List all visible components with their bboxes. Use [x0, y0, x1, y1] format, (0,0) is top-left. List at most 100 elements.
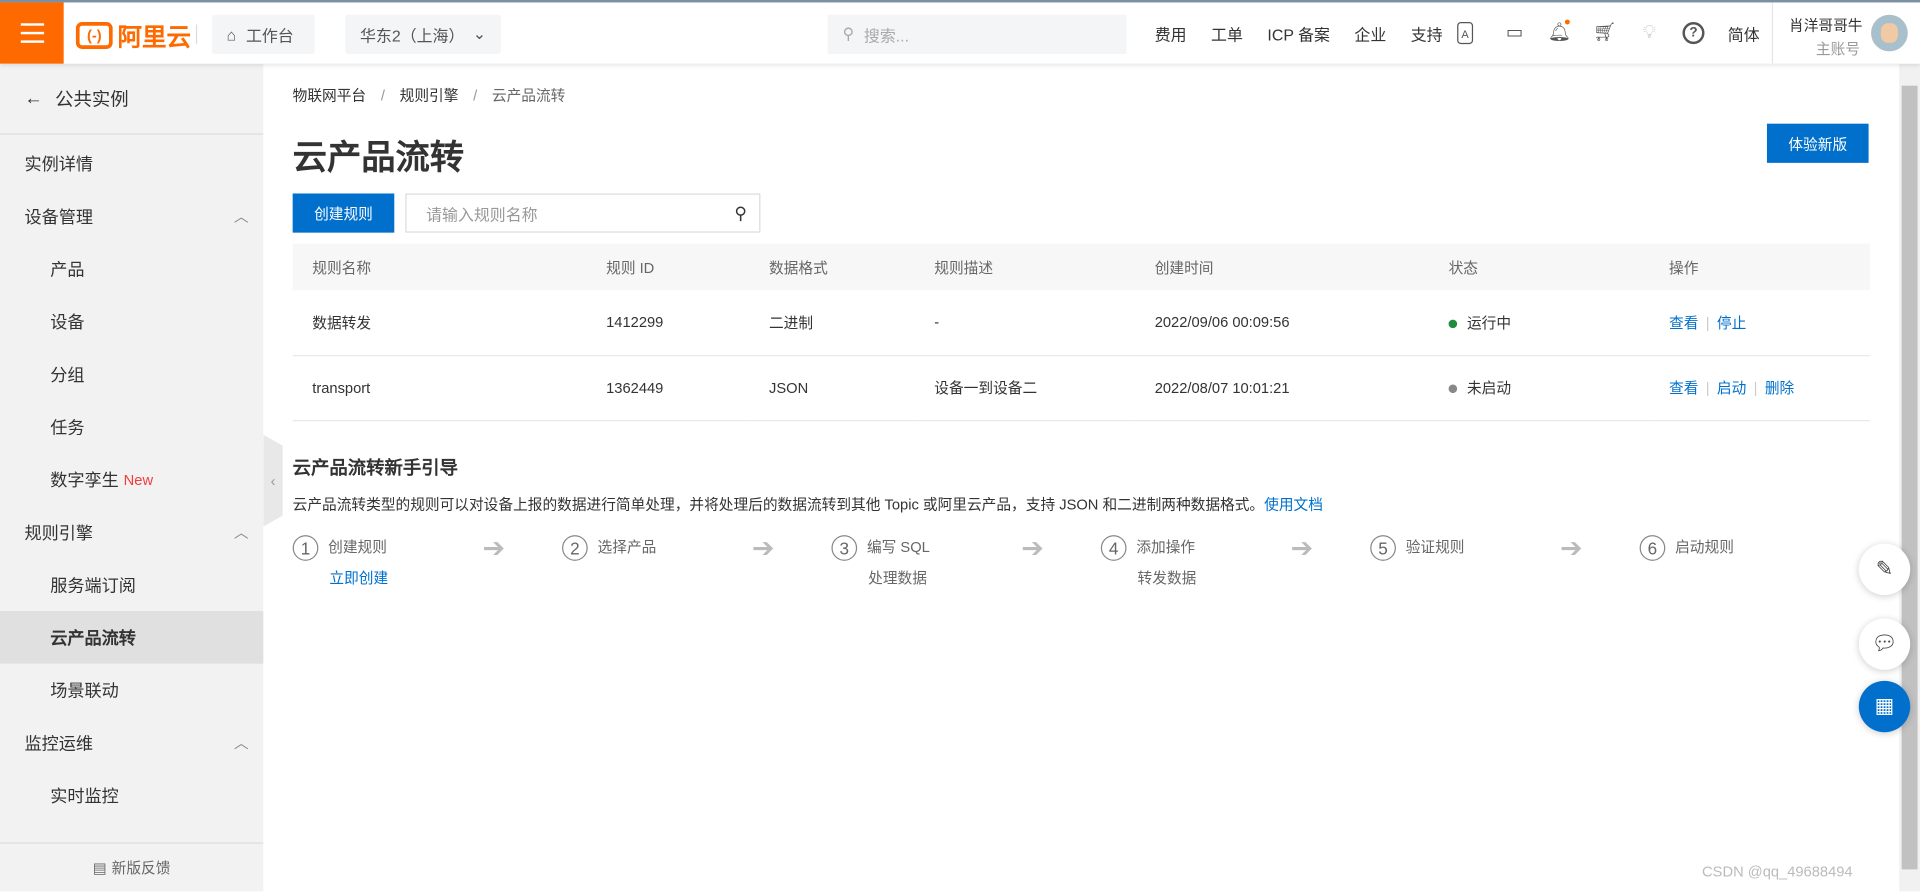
sidebar-item[interactable]: 场景联动 [0, 664, 263, 717]
create-rule-button[interactable]: 创建规则 [292, 193, 395, 233]
sidebar-item-label: 设备 [50, 311, 85, 332]
search-input[interactable]: ⚲ 搜索... [827, 14, 1127, 54]
rule-search-input[interactable]: 请输入规则名称 ⚲ [405, 193, 761, 233]
back-to-instances[interactable]: ← 公共实例 [0, 64, 264, 135]
sidebar-item[interactable]: 服务端订阅 [0, 558, 263, 611]
page-title: 云产品流转 [292, 138, 465, 177]
step-label: 添加操作 [1136, 538, 1196, 556]
sidebar-item[interactable]: 规则引擎 ︿ [0, 506, 263, 559]
apps-icon[interactable]: ▦ [1858, 680, 1911, 733]
edit-icon[interactable]: ✎ [1858, 543, 1911, 596]
arrow-left-icon: ← [24, 88, 43, 109]
back-label: 公共实例 [55, 89, 129, 111]
workbench-button[interactable]: ⌂ 工作台 [211, 14, 315, 54]
sidebar: ← 公共实例 实例详情 设备管理 ︿ 产品设备分组任务 数字孪生 New 规则引擎 ︿ 服务端订阅… [0, 63, 264, 892]
guide-step: 1 创建规则 立即创建 [292, 535, 388, 587]
language-switch[interactable]: 简体 [1728, 2, 1760, 63]
table-row: transport 1362449 JSON 设备一到设备二 2022/08/0… [292, 355, 1870, 421]
sidebar-item[interactable]: 分组 [0, 348, 263, 401]
sidebar-item-label: 产品 [50, 258, 85, 279]
collapse-sidebar-handle[interactable]: ‹ [263, 434, 283, 527]
bell-icon[interactable]: 🔔︎ [1548, 19, 1571, 44]
home-icon: ⌂ [226, 25, 237, 44]
breadcrumb-iot[interactable]: 物联网平台 [293, 87, 366, 104]
column-header: 数据格式 [749, 243, 915, 291]
arrow-right-icon: ➔ [1560, 532, 1583, 564]
arrow-right-icon: ➔ [1021, 532, 1044, 564]
sidebar-item[interactable]: 产品 [0, 242, 263, 295]
rule-description: 设备一到设备二 [914, 355, 1136, 421]
lightbulb-icon[interactable]: 💡︎ [1638, 22, 1660, 44]
sidebar-item[interactable]: 设备管理 ︿ [0, 190, 263, 243]
chevron-down-icon: ⌄ [472, 24, 487, 43]
arrow-right-icon: ➔ [482, 532, 506, 564]
breadcrumb-current: 云产品流转 [491, 86, 566, 105]
sidebar-item-label: 服务端订阅 [50, 574, 136, 595]
sidebar-item-label: 云产品流转 [50, 627, 136, 648]
guide-description: 云产品流转类型的规则可以对设备上报的数据进行简单处理，并将处理后的数据流转到其他… [293, 493, 1323, 514]
workbench-label: 工作台 [245, 26, 294, 45]
search-icon[interactable]: ⚲ [734, 203, 747, 224]
app-icon[interactable]: A [1457, 22, 1474, 45]
nav-icp[interactable]: ICP 备案 [1267, 21, 1330, 44]
row-action-link[interactable]: 查看 [1669, 314, 1698, 331]
terminal-icon[interactable]: ▭ [1504, 22, 1526, 44]
sidebar-item[interactable]: 任务 [0, 400, 263, 453]
aliyun-logo[interactable]: (-) 阿里云 [75, 17, 191, 53]
menu-button[interactable] [0, 2, 64, 64]
chat-icon[interactable]: 💬︎ [1858, 618, 1911, 670]
status-dot [1448, 319, 1458, 328]
try-new-version-button[interactable]: 体验新版 [1766, 123, 1869, 163]
step-sub[interactable]: 立即创建 [329, 567, 388, 588]
guide-step: 3 编写 SQL 处理数据 [831, 535, 930, 587]
sidebar-item[interactable]: 实时监控 [0, 769, 263, 822]
sidebar-item[interactable]: 实例详情 [0, 137, 263, 190]
status-label: 未启动 [1466, 379, 1512, 397]
chevron-up-icon: ︿ [233, 524, 249, 542]
region-select[interactable]: 华东2（上海） ⌄ [345, 14, 501, 54]
sidebar-item[interactable]: 数字孪生 New [0, 453, 263, 506]
avatar[interactable] [1871, 14, 1908, 52]
step-label: 启动规则 [1675, 538, 1734, 556]
user-role: 主账号 [1815, 40, 1861, 58]
region-label: 华东2（上海） [360, 26, 465, 45]
sidebar-item[interactable]: 监控运维 ︿ [0, 716, 263, 769]
rule-created-time: 2022/08/07 10:01:21 [1135, 355, 1429, 421]
arrow-right-icon: ➔ [1290, 532, 1314, 564]
rule-name: transport [292, 355, 587, 421]
arrow-right-icon: ➔ [751, 532, 775, 564]
column-header: 规则描述 [914, 243, 1136, 291]
row-action-link[interactable]: 删除 [1765, 380, 1794, 397]
rule-search-placeholder: 请输入规则名称 [426, 205, 538, 224]
nav-fees[interactable]: 费用 [1155, 21, 1187, 44]
feedback-button[interactable]: ▤ 新版反馈 [0, 842, 264, 891]
column-header: 规则 ID [586, 243, 750, 291]
search-placeholder: 搜索... [863, 26, 910, 45]
column-header: 操作 [1649, 243, 1870, 291]
sidebar-item[interactable]: 云产品流转 [0, 611, 264, 664]
user-menu[interactable]: 肖洋哥哥牛 主账号 [1771, 2, 1862, 64]
row-action-link[interactable]: 查看 [1669, 380, 1698, 397]
nav-enterprise[interactable]: 企业 [1354, 21, 1386, 44]
cart-icon[interactable]: 🛒︎ [1593, 22, 1616, 44]
table-row: 数据转发 1412299 二进制 - 2022/09/06 00:09:56 运… [292, 290, 1870, 356]
step-label: 创建规则 [328, 538, 387, 556]
feedback-icon: ▤ [92, 858, 107, 877]
nav-tickets[interactable]: 工单 [1211, 21, 1243, 44]
guide-text: 云产品流转类型的规则可以对设备上报的数据进行简单处理，并将处理后的数据流转到其他… [292, 495, 1265, 514]
help-icon[interactable]: ? [1682, 22, 1705, 45]
scrollbar[interactable] [1899, 63, 1920, 892]
guide-step: 6 启动规则 [1639, 535, 1734, 561]
docs-link[interactable]: 使用文档 [1264, 496, 1323, 513]
row-action-link[interactable]: 停止 [1717, 314, 1746, 331]
step-number: 2 [562, 535, 588, 561]
sidebar-item-label: 分组 [50, 364, 85, 384]
top-header: (-) 阿里云 ⌂ 工作台 华东2（上海） ⌄ ⚲ 搜索... 费用 工单 ICP 备案… [0, 0, 1920, 64]
feedback-label: 新版反馈 [111, 859, 171, 877]
header-nav: 费用 工单 ICP 备案 企业 支持 [1155, 2, 1443, 63]
watermark: CSDN @qq_49688494 [1702, 863, 1853, 881]
row-action-link[interactable]: 启动 [1717, 380, 1746, 397]
sidebar-item[interactable]: 设备 [0, 295, 263, 348]
nav-support[interactable]: 支持 [1411, 21, 1443, 44]
breadcrumb-rule-engine[interactable]: 规则引擎 [400, 87, 459, 104]
